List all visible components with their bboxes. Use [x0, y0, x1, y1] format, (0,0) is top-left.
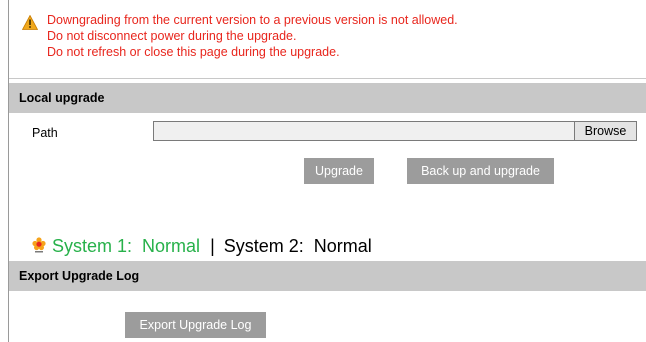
warning-line: Do not refresh or close this page during…	[47, 45, 340, 59]
system2-value: Normal	[313, 236, 372, 256]
system1-label: System 1:	[52, 236, 133, 256]
warning-triangle-icon	[22, 15, 38, 30]
warning-lines: Downgrading from the current version to …	[47, 12, 458, 60]
path-file-field[interactable]	[153, 121, 574, 141]
system1-value: Normal	[142, 236, 201, 256]
system-status: System 1: Normal | System 2: Normal	[32, 234, 372, 258]
status-flower-icon	[32, 237, 46, 253]
upgrade-button[interactable]: Upgrade	[304, 158, 374, 184]
path-label: Path	[32, 126, 58, 140]
local-upgrade-header: Local upgrade	[9, 83, 646, 113]
upgrade-page: Downgrading from the current version to …	[0, 0, 646, 342]
system2-label: System 2:	[223, 236, 304, 256]
export-upgrade-log-button[interactable]: Export Upgrade Log	[125, 312, 266, 338]
warning-line: Do not disconnect power during the upgra…	[47, 29, 297, 43]
warning-divider	[9, 78, 646, 79]
warning-line: Downgrading from the current version to …	[47, 13, 458, 27]
warning-box: Downgrading from the current version to …	[9, 0, 646, 78]
export-log-header: Export Upgrade Log	[9, 261, 646, 291]
status-separator: |	[210, 236, 215, 256]
backup-and-upgrade-button[interactable]: Back up and upgrade	[407, 158, 554, 184]
browse-button[interactable]: Browse	[574, 121, 637, 141]
